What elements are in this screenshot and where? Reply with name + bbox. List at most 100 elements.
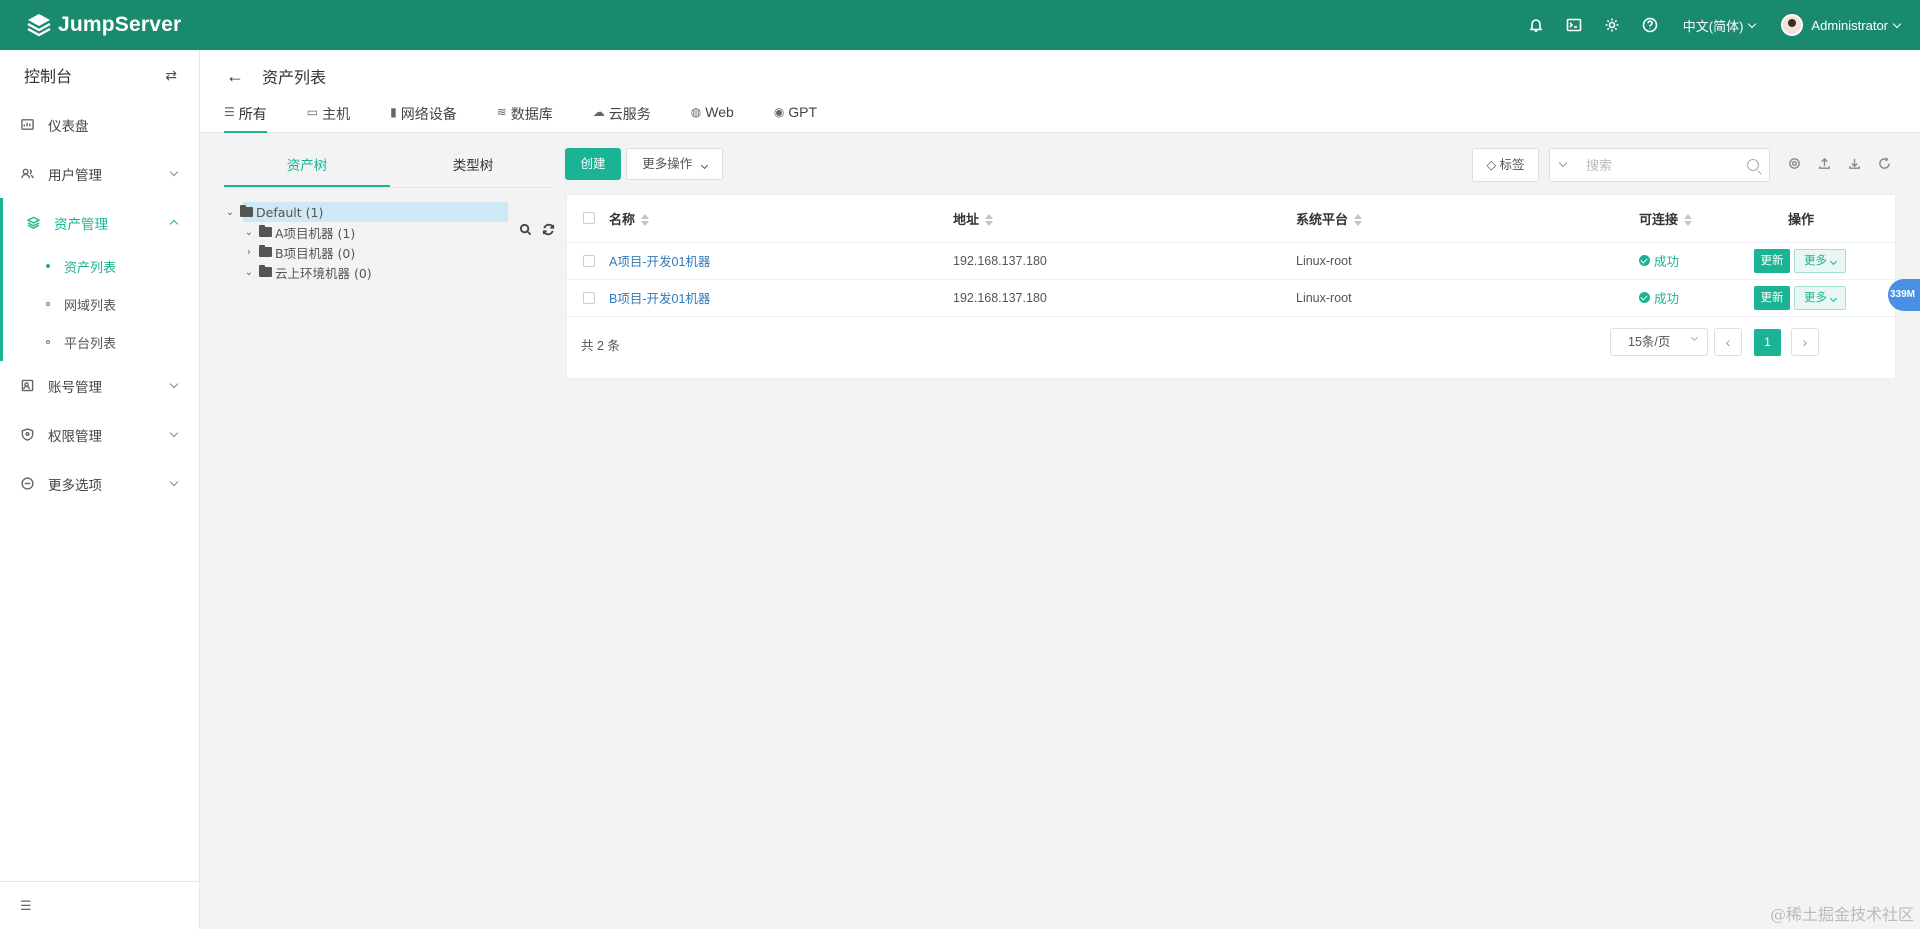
- sidebar-item-dashboard[interactable]: 仪表盘: [0, 100, 199, 149]
- search-icon[interactable]: [1747, 159, 1759, 171]
- sort-icon[interactable]: [1684, 214, 1693, 227]
- tree-node-cloud[interactable]: ⌄ 云上环境机器 (0): [224, 262, 556, 282]
- chevron-down-icon[interactable]: ⌄: [243, 267, 255, 278]
- folder-open-icon: [240, 205, 253, 217]
- chevron-right-icon[interactable]: ›: [243, 247, 255, 258]
- select-all-checkbox[interactable]: [583, 212, 595, 225]
- sidebar-item-users[interactable]: 用户管理: [0, 149, 199, 198]
- tags-filter-button[interactable]: ◇ 标签: [1472, 148, 1539, 182]
- tree-node-project-a[interactable]: ⌄ A项目机器 (1): [224, 222, 556, 242]
- more-label: 更多: [1804, 254, 1827, 267]
- tree-node-project-b[interactable]: › B项目机器 (0): [224, 242, 556, 262]
- sidebar-item-accounts[interactable]: 账号管理: [0, 361, 199, 410]
- tab-host[interactable]: ▭ 主机: [307, 104, 350, 133]
- prev-page-button[interactable]: ‹: [1714, 328, 1742, 356]
- create-button[interactable]: 创建: [565, 148, 621, 180]
- back-arrow-icon[interactable]: ←: [226, 66, 244, 87]
- logo[interactable]: JumpServer: [26, 12, 181, 38]
- asset-table-card: 名称 地址 系统平台 可连接 操作 A项目-开发01机器 192.168.137…: [566, 194, 1896, 379]
- collapse-sidebar-button[interactable]: ☰: [0, 881, 200, 929]
- sidebar-item-permissions[interactable]: 权限管理: [0, 410, 199, 459]
- sidebar-item-more[interactable]: 更多选项: [0, 459, 199, 508]
- download-icon[interactable]: [1847, 156, 1861, 170]
- tab-gpt[interactable]: ◉ GPT: [774, 104, 817, 133]
- user-menu[interactable]: Administrator: [1781, 14, 1902, 36]
- tab-label: 网络设备: [400, 106, 457, 122]
- more-actions-button[interactable]: 更多操作: [626, 148, 723, 180]
- floating-memory-badge[interactable]: 339M: [1888, 279, 1920, 311]
- folder-icon: [259, 245, 272, 257]
- column-header-connectivity[interactable]: 可连接: [1639, 195, 1754, 243]
- sidebar-subitem-label: 资产列表: [64, 259, 117, 275]
- pagination: 共 2 条 15条/页 ‹ 1 ›: [567, 316, 1895, 376]
- row-more-button[interactable]: 更多: [1794, 285, 1846, 310]
- language-switcher[interactable]: 中文(简体): [1683, 16, 1757, 35]
- column-label: 系统平台: [1296, 211, 1349, 227]
- page-number-current[interactable]: 1: [1754, 329, 1781, 356]
- column-header-platform[interactable]: 系统平台: [1296, 195, 1639, 243]
- sort-icon[interactable]: [985, 214, 994, 227]
- category-tabs: ☰ 所有 ▭ 主机 ▮ 网络设备 ≋ 数据库 ☁ 云服务 ◍ Web ◉ GPT: [224, 104, 857, 133]
- gear-icon[interactable]: [1603, 16, 1621, 34]
- tab-type-tree[interactable]: 类型树: [390, 146, 556, 187]
- column-header-name[interactable]: 名称: [609, 195, 953, 243]
- sidebar-subitem-asset-list[interactable]: 资产列表: [3, 247, 199, 285]
- help-icon[interactable]: [1641, 16, 1659, 34]
- tree-node-default[interactable]: ⌄ Default (1): [224, 202, 556, 222]
- page-size-label: 15条/页: [1628, 335, 1671, 349]
- sidebar-subitem-platform-list[interactable]: 平台列表: [3, 323, 199, 361]
- list-toolbar: 创建 更多操作 ◇ 标签: [565, 148, 1895, 182]
- row-checkbox[interactable]: [583, 254, 595, 267]
- sort-icon[interactable]: [641, 214, 650, 227]
- asset-name-link[interactable]: B项目-开发01机器: [609, 292, 710, 306]
- refresh-icon[interactable]: [1877, 156, 1891, 170]
- tab-label: 主机: [322, 106, 351, 122]
- search-icon[interactable]: [518, 222, 532, 236]
- layers-icon: [26, 216, 40, 230]
- sidebar-subitem-label: 平台列表: [64, 335, 117, 351]
- next-page-button[interactable]: ›: [1791, 328, 1819, 356]
- update-button[interactable]: 更新: [1754, 285, 1790, 310]
- chevron-down-icon[interactable]: ⌄: [243, 227, 255, 238]
- accounts-icon: [20, 379, 34, 393]
- tab-all[interactable]: ☰ 所有: [224, 104, 267, 133]
- sidebar-item-assets[interactable]: 资产管理: [3, 198, 199, 247]
- chevron-down-icon: [169, 167, 179, 177]
- sidebar-item-label: 更多选项: [48, 477, 102, 493]
- asset-platform: Linux-root: [1296, 279, 1639, 317]
- search-input[interactable]: [1586, 155, 1736, 175]
- chevron-down-icon: [1690, 333, 1699, 342]
- bullet-icon: [46, 302, 50, 306]
- tab-database[interactable]: ≋ 数据库: [497, 104, 553, 133]
- page-size-select[interactable]: 15条/页: [1610, 328, 1708, 356]
- tab-cloud[interactable]: ☁ 云服务: [593, 104, 651, 133]
- tree-node-label: A项目机器 (1): [275, 225, 356, 241]
- sort-icon[interactable]: [1354, 214, 1363, 227]
- tab-asset-tree[interactable]: 资产树: [224, 146, 390, 187]
- settings-icon[interactable]: [1787, 156, 1801, 170]
- column-header-address[interactable]: 地址: [953, 195, 1296, 243]
- update-button[interactable]: 更新: [1754, 248, 1790, 273]
- chevron-down-icon: [169, 379, 179, 389]
- bullet-icon: [46, 264, 50, 268]
- chevron-down-icon[interactable]: [1558, 158, 1568, 168]
- row-checkbox[interactable]: [583, 291, 595, 304]
- shield-icon: [20, 428, 34, 442]
- row-more-button[interactable]: 更多: [1794, 248, 1846, 273]
- watermark: @稀土掘金技术社区: [1769, 905, 1914, 924]
- column-label: 操作: [1788, 211, 1815, 227]
- collapse-menu-icon: ☰: [20, 897, 32, 913]
- asset-table: 名称 地址 系统平台 可连接 操作 A项目-开发01机器 192.168.137…: [567, 195, 1895, 317]
- switch-view-icon[interactable]: ⇄: [165, 67, 177, 84]
- table-header-row: 名称 地址 系统平台 可连接 操作: [567, 195, 1895, 243]
- sidebar-subitem-domain-list[interactable]: 网域列表: [3, 285, 199, 323]
- refresh-icon[interactable]: [541, 222, 555, 236]
- tab-web[interactable]: ◍ Web: [691, 104, 734, 133]
- upload-icon[interactable]: [1817, 156, 1831, 170]
- asset-name-link[interactable]: A项目-开发01机器: [609, 255, 710, 269]
- bell-icon[interactable]: [1527, 16, 1545, 34]
- chevron-down-icon[interactable]: ⌄: [224, 207, 236, 218]
- terminal-icon[interactable]: [1565, 16, 1583, 34]
- tab-network-device[interactable]: ▮ 网络设备: [390, 104, 457, 133]
- asset-platform: Linux-root: [1296, 242, 1639, 280]
